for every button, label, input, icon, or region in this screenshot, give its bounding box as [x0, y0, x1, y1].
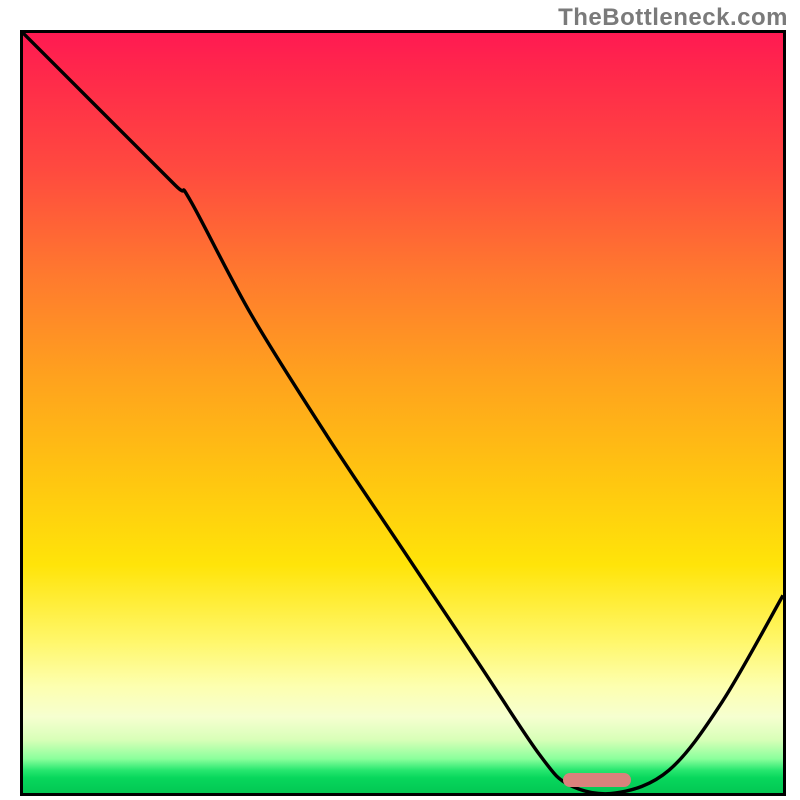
- watermark-text: TheBottleneck.com: [558, 4, 788, 32]
- optimal-range-marker: [563, 773, 631, 787]
- bottleneck-curve: [23, 33, 783, 793]
- curve-path: [23, 33, 783, 793]
- chart-frame: TheBottleneck.com: [0, 0, 800, 800]
- plot-area: [20, 30, 786, 796]
